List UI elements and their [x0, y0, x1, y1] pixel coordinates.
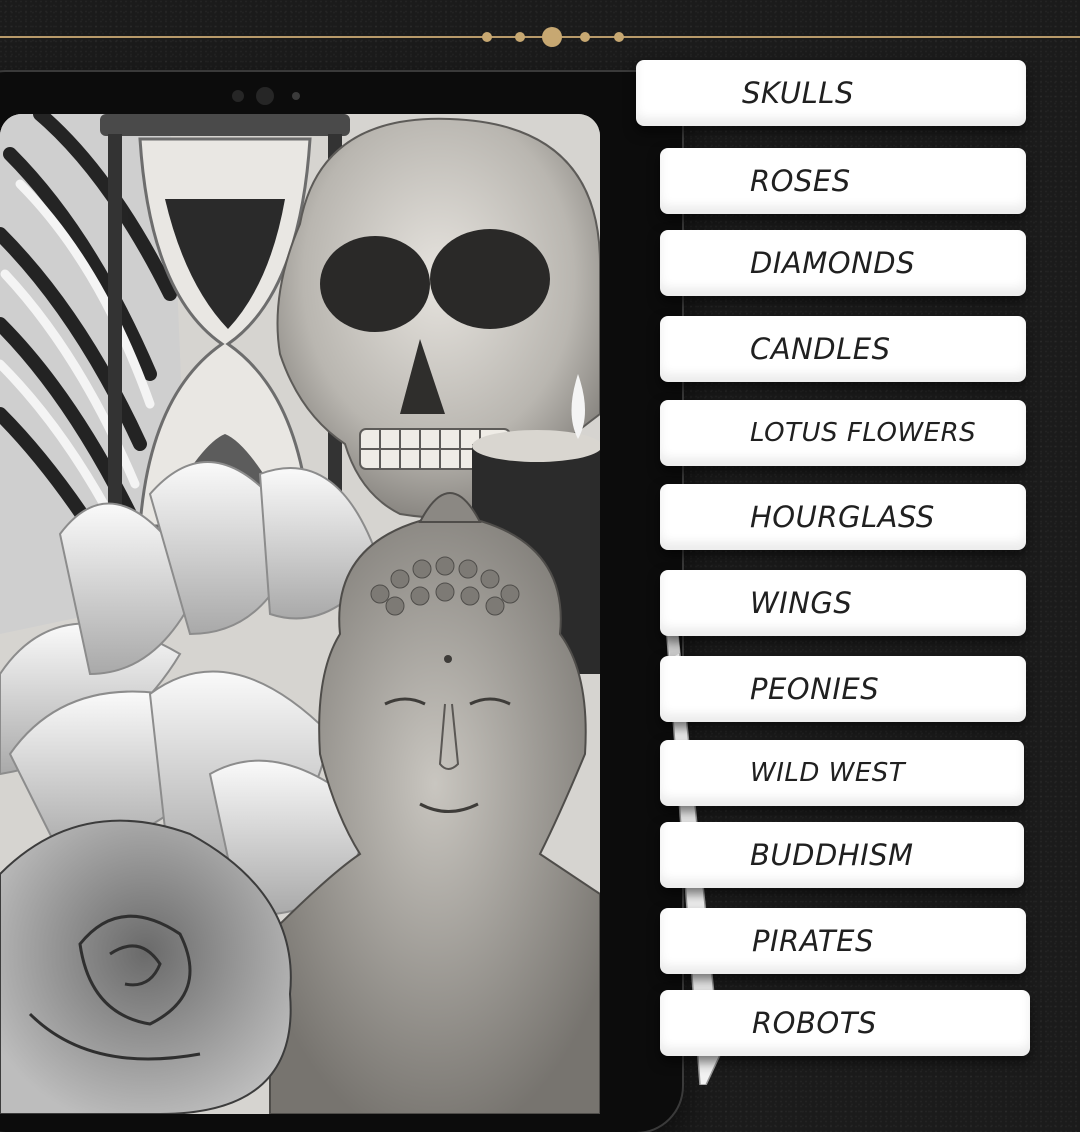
category-tab-label: DIAMONDS	[750, 246, 916, 280]
category-tab-diamonds[interactable]: DIAMONDS	[660, 230, 1026, 296]
category-tab-roses[interactable]: ROSES	[660, 148, 1026, 214]
category-tab-buddhism[interactable]: BUDDHISM	[660, 822, 1024, 888]
category-tab-label: SKULLS	[742, 76, 854, 110]
camera-icon	[292, 92, 300, 100]
category-tab-label: WILD WEST	[750, 758, 906, 788]
category-tab-label: PEONIES	[750, 672, 880, 706]
camera-icon	[256, 87, 274, 105]
gold-divider-dot	[515, 32, 525, 42]
category-tab-label: CANDLES	[750, 332, 891, 366]
category-tab-label: ROBOTS	[752, 1006, 877, 1040]
category-tab-wings[interactable]: WINGS	[660, 570, 1026, 636]
category-tab-lotus-flowers[interactable]: LOTUS FLOWERS	[660, 400, 1026, 466]
category-tab-label: HOURGLASS	[750, 500, 935, 534]
artwork-collage	[0, 114, 600, 1114]
category-tab-pirates[interactable]: PIRATES	[660, 908, 1026, 974]
gold-divider-line	[0, 36, 1080, 38]
gold-divider-dot	[482, 32, 492, 42]
category-tab-candles[interactable]: CANDLES	[660, 316, 1026, 382]
category-tab-label: WINGS	[750, 586, 853, 620]
category-tab-wild-west[interactable]: WILD WEST	[660, 740, 1024, 806]
gold-divider-dot	[542, 27, 562, 47]
gold-divider-dot	[580, 32, 590, 42]
tablet-screen-artwork	[0, 114, 600, 1114]
category-tab-label: BUDDHISM	[750, 838, 914, 872]
category-tab-label: PIRATES	[752, 924, 874, 958]
category-tab-robots[interactable]: ROBOTS	[660, 990, 1030, 1056]
category-tab-peonies[interactable]: PEONIES	[660, 656, 1026, 722]
camera-icon	[232, 90, 244, 102]
category-tab-skulls[interactable]: SKULLS	[636, 60, 1026, 126]
category-tab-label: LOTUS FLOWERS	[750, 418, 977, 448]
category-tab-hourglass[interactable]: HOURGLASS	[660, 484, 1026, 550]
category-tab-label: ROSES	[750, 164, 851, 198]
gold-divider-dot	[614, 32, 624, 42]
tablet-device	[0, 72, 682, 1132]
